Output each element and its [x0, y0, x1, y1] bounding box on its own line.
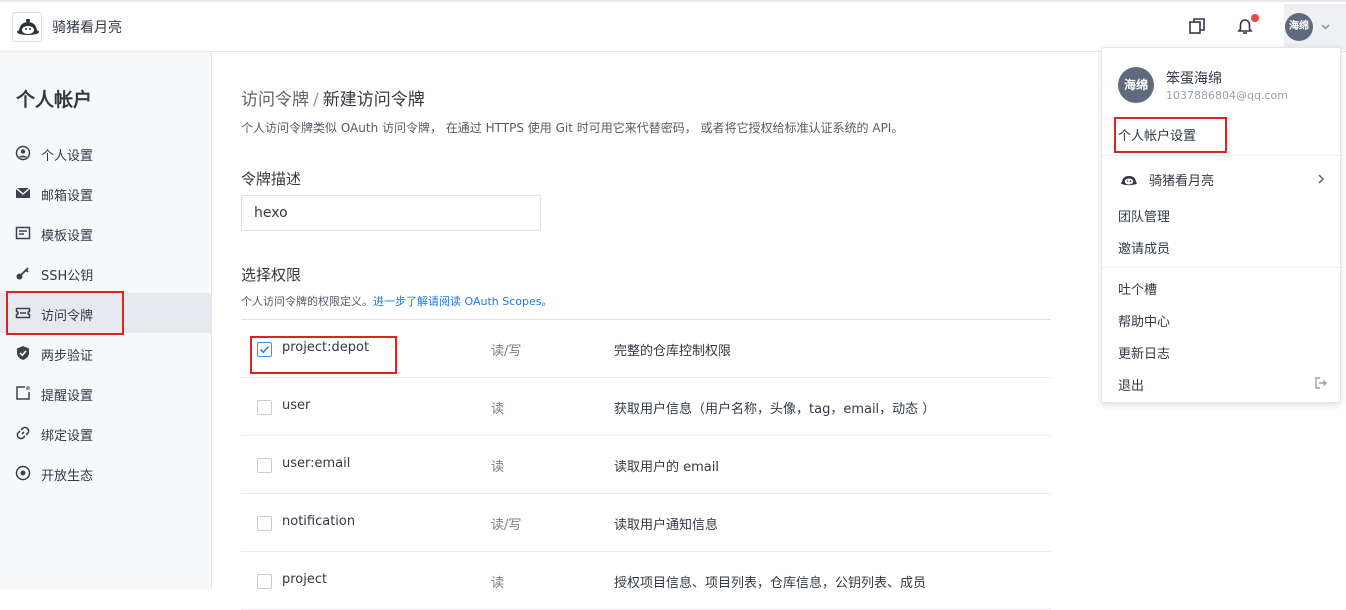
menu-item-logout[interactable]: 退出 — [1118, 375, 1144, 394]
perm-intro: 个人访问令牌的权限定义。进一步了解请阅读 OAuth Scopes。 — [241, 293, 552, 309]
top-bar: 骑猪看月亮 海绵 — [0, 0, 1346, 52]
menu-divider — [1102, 267, 1340, 268]
menu-item-team-manage[interactable]: 团队管理 — [1118, 206, 1170, 225]
permission-desc: 读取用户通知信息 — [614, 518, 719, 533]
team-name[interactable]: 骑猪看月亮 — [52, 17, 122, 37]
sidebar-item-label: 邮箱设置 — [41, 189, 94, 204]
avatar[interactable]: 海绵 — [1285, 13, 1313, 41]
permission-desc: 读取用户的 email — [614, 460, 719, 475]
perm-intro-text: 个人访问令牌的权限定义。 — [241, 295, 373, 308]
user-circle-icon — [15, 145, 31, 161]
key-icon — [16, 267, 29, 280]
logout-icon[interactable] — [1314, 376, 1328, 390]
permission-desc: 获取用户信息（用户名称，头像，tag，email，动态 ） — [614, 402, 936, 417]
permission-checkbox[interactable] — [257, 458, 272, 473]
menu-item-feedback[interactable]: 吐个槽 — [1118, 279, 1157, 298]
user-dropdown-menu: 海绵 笨蛋海绵 1037886804@qq.com 个人帐户设置 骑猪看月亮 团… — [1101, 47, 1341, 403]
breadcrumb-separator: / — [313, 90, 319, 110]
sidebar-item-ecosystem[interactable]: 开放生态 — [0, 453, 211, 493]
sidebar-item-email[interactable]: 邮箱设置 — [0, 173, 211, 213]
table-row: notification 读/写 读取用户通知信息 — [241, 494, 1051, 552]
permission-checkbox[interactable] — [257, 400, 272, 415]
table-row: user:email 读 读取用户的 email — [241, 436, 1051, 494]
permission-checkbox[interactable] — [257, 574, 272, 589]
intro-text: 个人访问令牌类似 OAuth 访问令牌， 在通过 HTTPS 使用 Git 时可… — [241, 121, 904, 135]
permission-access: 读/写 — [491, 344, 522, 359]
sidebar-item-label: SSH公钥 — [41, 269, 94, 284]
sidebar-item-profile[interactable]: 个人设置 — [0, 133, 211, 173]
table-row: project 读 授权项目信息、项目列表，仓库信息，公钥列表、成员 — [241, 552, 1051, 610]
sidebar-item-two-factor[interactable]: 两步验证 — [0, 333, 211, 373]
sidebar-item-template[interactable]: 模板设置 — [0, 213, 211, 253]
permission-access: 读 — [491, 576, 505, 591]
avatar: 海绵 — [1118, 67, 1154, 103]
menu-item-changelog[interactable]: 更新日志 — [1118, 343, 1170, 362]
table-row: user 读 获取用户信息（用户名称，头像，tag，email，动态 ） — [241, 378, 1051, 436]
sidebar-item-label: 绑定设置 — [41, 429, 94, 444]
sidebar: 个人帐户 个人设置 邮箱设置 模板设置 SSH公钥 访问令牌 两步验证 提醒设置… — [0, 52, 212, 589]
permission-desc: 授权项目信息、项目列表，仓库信息，公钥列表、成员 — [614, 576, 927, 591]
sidebar-item-label: 个人设置 — [41, 149, 94, 164]
sidebar-item-label: 提醒设置 — [41, 389, 94, 404]
sidebar-item-reminder[interactable]: 提醒设置 — [0, 373, 211, 413]
shield-icon — [17, 346, 29, 360]
menu-item-help[interactable]: 帮助中心 — [1118, 311, 1170, 330]
sidebar-title: 个人帐户 — [16, 89, 93, 111]
sidebar-item-label: 开放生态 — [41, 469, 94, 484]
oauth-scopes-link[interactable]: 进一步了解请阅读 OAuth Scopes。 — [373, 295, 552, 308]
permission-name: user — [282, 398, 311, 413]
breadcrumb-parent[interactable]: 访问令牌 — [241, 90, 309, 110]
team-logo[interactable] — [12, 12, 42, 42]
sidebar-item-binding[interactable]: 绑定设置 — [0, 413, 211, 453]
page-title: 新建访问令牌 — [322, 90, 425, 110]
permission-name: notification — [282, 514, 356, 529]
sidebar-item-label: 模板设置 — [41, 229, 94, 244]
notification-dot — [1251, 14, 1259, 22]
permission-access: 读 — [491, 460, 505, 475]
permission-access: 读/写 — [491, 518, 522, 533]
highlight-box — [6, 291, 124, 335]
sidebar-item-ssh[interactable]: SSH公钥 — [0, 253, 211, 293]
permission-name: project — [282, 572, 328, 587]
reminder-icon — [16, 386, 30, 400]
chevron-right-icon[interactable] — [1316, 173, 1326, 185]
menu-divider — [1102, 155, 1340, 156]
desc-label: 令牌描述 — [241, 170, 302, 188]
sidebar-item-label: 两步验证 — [41, 349, 94, 364]
ecosystem-icon — [15, 465, 31, 481]
envelope-icon — [15, 187, 31, 198]
highlight-box — [250, 336, 397, 374]
template-icon — [15, 226, 31, 240]
menu-item-team[interactable]: 骑猪看月亮 — [1149, 170, 1214, 189]
user-email: 1037886804@qq.com — [1166, 89, 1288, 102]
user-name: 笨蛋海绵 — [1166, 71, 1222, 87]
link-icon — [16, 426, 30, 440]
permission-checkbox[interactable] — [257, 516, 272, 531]
chevron-down-icon[interactable] — [1320, 21, 1331, 32]
perm-label: 选择权限 — [241, 266, 302, 284]
team-logo-icon — [1121, 176, 1137, 186]
permission-desc: 完整的仓库控制权限 — [614, 344, 732, 359]
top-border — [0, 0, 1346, 2]
copy-icon[interactable] — [1187, 16, 1207, 36]
token-description-input[interactable] — [241, 195, 541, 231]
permission-access: 读 — [491, 402, 505, 417]
permission-name: user:email — [282, 456, 351, 471]
menu-item-invite[interactable]: 邀请成员 — [1118, 238, 1170, 257]
main-content: 访问令牌 / 新建访问令牌 个人访问令牌类似 OAuth 访问令牌， 在通过 HTT… — [241, 52, 1053, 610]
team-logo-icon — [17, 19, 39, 35]
highlight-box — [1114, 117, 1227, 153]
breadcrumb: 访问令牌 / 新建访问令牌 — [241, 85, 425, 110]
